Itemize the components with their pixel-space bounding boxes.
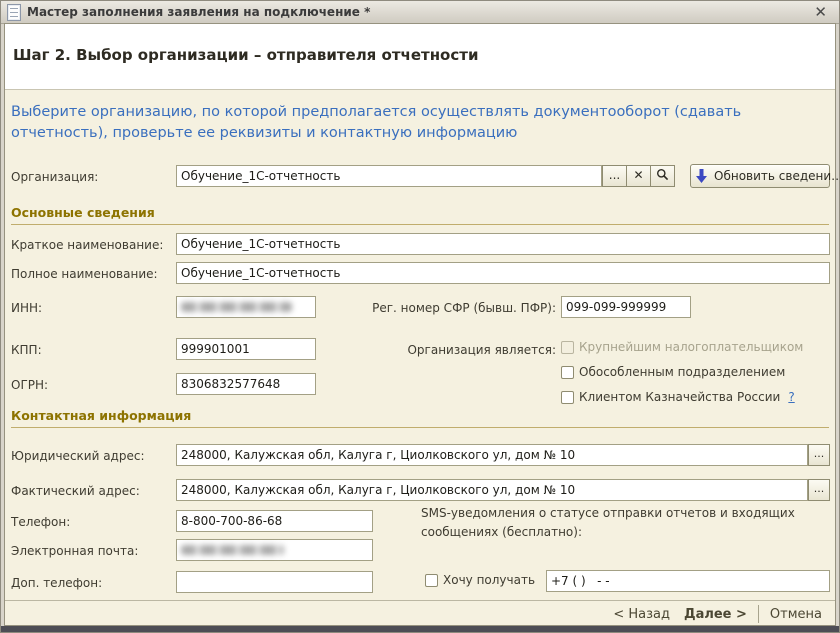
checkbox-box [561,366,574,379]
cancel-button[interactable]: Отмена [763,605,829,624]
title-bar: Мастер заполнения заявления на подключен… [1,1,839,24]
email-label: Электронная почта: [11,544,138,558]
phone-input[interactable] [176,510,373,532]
section-main-info: Основные сведения [11,205,829,225]
extra-phone-input[interactable] [176,571,373,593]
checkbox-box [561,391,574,404]
document-icon [7,4,21,21]
short-name-input[interactable] [176,233,830,255]
full-name-label: Полное наименование: [11,267,158,281]
legal-address-input[interactable] [176,444,808,466]
close-icon[interactable]: ✕ [814,2,827,22]
checkbox-box [425,574,438,587]
actual-address-ellipsis-button[interactable]: ... [808,479,830,501]
ogrn-label: ОГРН: [11,378,48,392]
legal-address-ellipsis-button[interactable]: ... [808,444,830,466]
organization-clear-button[interactable]: ✕ [626,165,651,187]
section-contact-info: Контактная информация [11,408,829,428]
treasury-help-link[interactable]: ? [788,390,794,404]
organization-label: Организация: [11,170,98,184]
org-is-label: Организация является: [331,343,556,357]
extra-phone-label: Доп. телефон: [11,576,102,590]
inn-label: ИНН: [11,301,42,315]
back-button[interactable]: < Назад [606,605,677,624]
sms-phone-input[interactable] [546,570,830,592]
phone-label: Телефон: [11,515,70,529]
sfr-number-label: Рег. номер СФР (бывш. ПФР): [331,301,556,315]
kpp-input[interactable] [176,338,316,360]
intro-text: Выберите организацию, по которой предпол… [11,102,817,144]
inn-input-redacted[interactable] [176,296,316,318]
short-name-label: Краткое наименование: [11,238,163,252]
download-arrow-icon [695,169,708,184]
window-bottom-edge [1,626,839,632]
window-title: Мастер заполнения заявления на подключен… [27,5,370,19]
organization-search-button[interactable] [650,165,675,187]
checkbox-separate-subdivision[interactable]: Обособленным подразделением [561,365,785,379]
redacted-value [181,302,292,312]
organization-ellipsis-button[interactable]: ... [602,165,627,187]
ogrn-input[interactable] [176,373,316,395]
update-info-label: Обновить сведени… [714,169,840,183]
email-input-redacted[interactable] [176,539,373,561]
checkbox-largest-taxpayer: Крупнейшим налогоплательщиком [561,340,803,354]
checkbox-box [561,341,574,354]
sfr-number-input[interactable] [561,296,691,318]
footer-bar: < Назад Далее > Отмена [5,600,835,627]
next-button[interactable]: Далее > [677,605,754,624]
search-icon [656,168,669,181]
update-info-button[interactable]: Обновить сведени… [690,164,830,188]
sms-note: SMS-уведомления о статусе отправки отчет… [421,504,827,542]
organization-input[interactable] [176,165,602,187]
wizard-window: Мастер заполнения заявления на подключен… [0,0,840,633]
actual-address-input[interactable] [176,479,808,501]
page-title: Шаг 2. Выбор организации – отправителя о… [13,46,478,64]
actual-address-label: Фактический адрес: [11,484,140,498]
legal-address-label: Юридический адрес: [11,449,145,463]
kpp-label: КПП: [11,343,42,357]
full-name-input[interactable] [176,262,830,284]
checkbox-sms-opt-in[interactable]: Хочу получать [425,573,535,587]
redacted-value [181,545,284,555]
checkbox-treasury-client[interactable]: Клиентом Казначейства России ? [561,390,795,404]
footer-divider [758,605,759,623]
